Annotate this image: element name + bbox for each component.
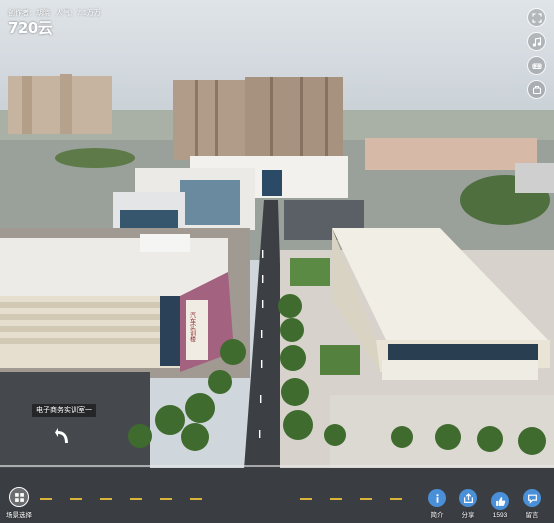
share-icon bbox=[463, 492, 473, 503]
views-label: 人气：7.1万万 bbox=[56, 10, 101, 17]
left-building-roof bbox=[0, 238, 228, 296]
vr-button[interactable] bbox=[527, 56, 546, 75]
gyroscope-icon bbox=[532, 85, 541, 94]
tower-center-2 bbox=[245, 77, 343, 160]
fullscreen-button[interactable] bbox=[527, 8, 546, 27]
scene-select-label: 场景选择 bbox=[6, 512, 32, 519]
intro-button[interactable]: 简介 bbox=[428, 489, 446, 519]
left-parking bbox=[0, 372, 150, 468]
comment-button[interactable]: 留言 bbox=[523, 489, 541, 519]
vr-glasses-icon bbox=[531, 62, 542, 69]
logo: 720云 bbox=[8, 19, 53, 37]
share-button[interactable]: 分享 bbox=[459, 489, 477, 519]
music-icon bbox=[532, 36, 541, 47]
panorama-view[interactable]: 汽车实训楼 bbox=[0, 0, 554, 523]
bg-building-right bbox=[365, 138, 537, 170]
intro-label: 简介 bbox=[430, 512, 444, 519]
info-icon bbox=[435, 493, 439, 503]
share-label: 分享 bbox=[461, 512, 475, 519]
music-button[interactable] bbox=[527, 32, 546, 51]
scene-select-button[interactable]: 场景选择 bbox=[6, 487, 32, 519]
fullscreen-icon bbox=[531, 12, 542, 23]
comment-label: 留言 bbox=[525, 512, 539, 519]
hotspot-label[interactable]: 电子商务实训室一 bbox=[32, 404, 96, 417]
building-sign: 汽车实训楼 bbox=[189, 311, 196, 343]
likes-count: 1593 bbox=[492, 512, 508, 519]
hotspot-arrow-icon[interactable] bbox=[55, 428, 69, 444]
grid-icon bbox=[14, 492, 24, 502]
trees-left-back bbox=[55, 148, 135, 168]
gyroscope-button[interactable] bbox=[527, 80, 546, 99]
like-button[interactable]: 1593 bbox=[491, 492, 509, 519]
tower-center bbox=[173, 80, 245, 160]
comment-icon bbox=[527, 494, 537, 504]
grass-strip bbox=[320, 345, 360, 375]
thumbs-up-icon bbox=[495, 496, 505, 506]
